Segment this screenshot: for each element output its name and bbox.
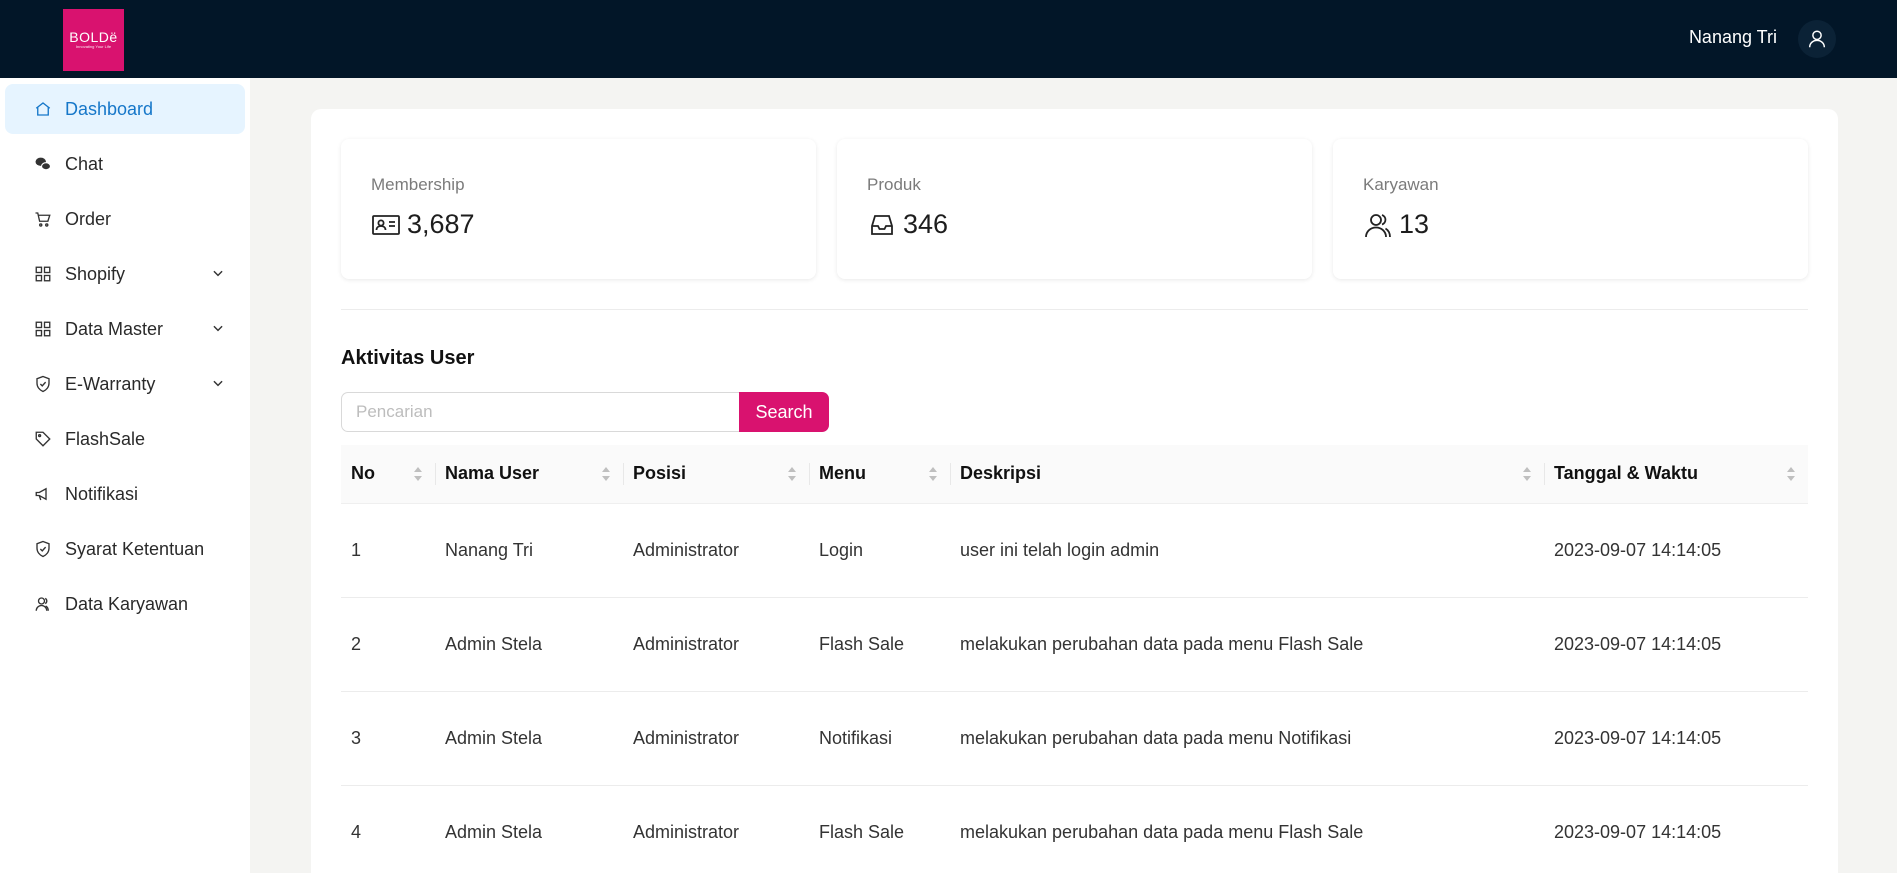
sort-icon[interactable] xyxy=(1522,465,1532,483)
sidebar-item-flashsale[interactable]: FlashSale xyxy=(5,414,245,464)
shield-check-icon xyxy=(36,375,50,393)
cell-deskripsi: melakukan perubahan data pada menu Flash… xyxy=(950,785,1544,873)
cell-menu: Flash Sale xyxy=(809,597,950,692)
sidebar-item-syarat-ketentuan[interactable]: Syarat Ketentuan xyxy=(5,524,245,574)
column-header-nama-user[interactable]: Nama User xyxy=(435,445,623,504)
table-row[interactable]: 2 Admin Stela Administrator Flash Sale m… xyxy=(341,597,1808,692)
table-row[interactable]: 1 Nanang Tri Administrator Login user in… xyxy=(341,503,1808,598)
cell-menu: Flash Sale xyxy=(809,785,950,873)
sidebar-item-notifikasi[interactable]: Notifikasi xyxy=(5,469,245,519)
brand-logo[interactable]: BOLDë Innovating Your Life xyxy=(63,9,124,71)
sidebar-item-label: Chat xyxy=(65,153,104,174)
sidebar-item-label: Data Karyawan xyxy=(65,593,189,614)
cell-nama-user: Admin Stela xyxy=(435,597,623,692)
sidebar-item-data-master[interactable]: Data Master xyxy=(5,304,245,354)
logo-text: BOLDë xyxy=(69,29,118,45)
chevron-down-icon[interactable] xyxy=(211,266,225,280)
sidebar-item-label: Dashboard xyxy=(65,98,154,119)
column-header-deskripsi[interactable]: Deskripsi xyxy=(950,445,1544,504)
users-icon xyxy=(35,597,49,611)
stat-value: 13 xyxy=(1399,209,1430,239)
sidebar-item-label: Order xyxy=(65,208,112,229)
chevron-down-icon[interactable] xyxy=(211,321,225,335)
sort-icon[interactable] xyxy=(601,465,611,483)
cell-nama-user: Nanang Tri xyxy=(435,503,623,598)
column-header-posisi[interactable]: Posisi xyxy=(623,445,809,504)
activity-table: No Nama User Posisi Menu Deskripsi Tangg… xyxy=(341,445,1808,873)
stat-card-membership: Membership 3,687 xyxy=(341,139,816,279)
user-name[interactable]: Nanang Tri xyxy=(1689,27,1777,48)
cell-deskripsi: melakukan perubahan data pada menu Notif… xyxy=(950,691,1544,786)
stat-value: 3,687 xyxy=(407,209,475,239)
sidebar-item-chat[interactable]: Chat xyxy=(5,139,245,189)
user-icon[interactable] xyxy=(1798,20,1836,58)
sidebar-item-label: Data Master xyxy=(65,318,164,339)
sidebar-item-data-karyawan[interactable]: Data Karyawan xyxy=(5,579,245,629)
cell-posisi: Administrator xyxy=(623,597,809,692)
sort-icon[interactable] xyxy=(787,465,797,483)
sidebar-item-label: Shopify xyxy=(65,263,126,284)
section-title: Aktivitas User xyxy=(341,347,475,369)
table-header-row: No Nama User Posisi Menu Deskripsi Tangg… xyxy=(341,445,1808,504)
column-header-tanggal-waktu[interactable]: Tanggal & Waktu xyxy=(1544,445,1808,504)
top-bar: BOLDë Innovating Your Life Nanang Tri xyxy=(0,0,1897,78)
table-row[interactable]: 3 Admin Stela Administrator Notifikasi m… xyxy=(341,691,1808,786)
sort-icon[interactable] xyxy=(413,465,423,483)
sidebar-item-order[interactable]: Order xyxy=(5,194,245,244)
stat-label: Karyawan xyxy=(1363,175,1439,194)
sidebar: Dashboard Chat Order Shopify Data Master… xyxy=(0,78,250,873)
stat-value: 346 xyxy=(903,209,949,239)
stat-card-karyawan: Karyawan 13 xyxy=(1333,139,1808,279)
sidebar-item-label: Syarat Ketentuan xyxy=(65,538,205,559)
wechat-icon xyxy=(35,157,52,171)
sidebar-item-label: Notifikasi xyxy=(65,483,139,504)
logo-tagline: Innovating Your Life xyxy=(75,44,112,49)
sidebar-item-shopify[interactable]: Shopify xyxy=(5,249,245,299)
cart-icon xyxy=(35,212,51,227)
cell-deskripsi: melakukan perubahan data pada menu Flash… xyxy=(950,597,1544,692)
grid-icon xyxy=(35,321,51,337)
id-card-icon xyxy=(372,214,400,235)
cell-posisi: Administrator xyxy=(623,503,809,598)
dashboard-panel: Membership 3,687 Produk 346 Karyawan 1 3 … xyxy=(311,109,1838,873)
stat-label: Produk xyxy=(867,175,921,194)
section-divider xyxy=(341,309,1808,310)
cell-no: 4 xyxy=(341,785,435,873)
shield-check-icon xyxy=(36,540,50,558)
cell-menu: Login xyxy=(809,503,950,598)
column-header-no[interactable]: No xyxy=(341,445,435,504)
search-button[interactable]: Search xyxy=(739,392,829,432)
sidebar-item-label: FlashSale xyxy=(65,428,146,449)
grid-icon xyxy=(35,266,51,282)
search-input[interactable] xyxy=(341,392,739,432)
team-icon xyxy=(1365,213,1391,237)
table-row[interactable]: 4 Admin Stela Administrator Flash Sale m… xyxy=(341,785,1808,873)
tag-icon xyxy=(35,431,51,447)
sidebar-item-label: E-Warranty xyxy=(65,373,156,394)
cell-tanggal-waktu: 2023-09-07 14:14:05 xyxy=(1544,691,1808,786)
stat-label: Membership xyxy=(371,175,465,194)
cell-tanggal-waktu: 2023-09-07 14:14:05 xyxy=(1544,785,1808,873)
sort-icon[interactable] xyxy=(1786,465,1796,483)
cell-no: 1 xyxy=(341,503,435,598)
cell-tanggal-waktu: 2023-09-07 14:14:05 xyxy=(1544,503,1808,598)
sidebar-item-dashboard[interactable]: Dashboard xyxy=(5,84,245,134)
cell-no: 2 xyxy=(341,597,435,692)
sidebar-item-e-warranty[interactable]: E-Warranty xyxy=(5,359,245,409)
stat-card-produk: Produk 346 xyxy=(837,139,1312,279)
cell-deskripsi: user ini telah login admin xyxy=(950,503,1544,598)
cell-posisi: Administrator xyxy=(623,785,809,873)
megaphone-icon xyxy=(35,487,47,501)
cell-tanggal-waktu: 2023-09-07 14:14:05 xyxy=(1544,597,1808,692)
inbox-icon xyxy=(871,214,893,235)
chevron-down-icon[interactable] xyxy=(211,376,225,390)
cell-no: 3 xyxy=(341,691,435,786)
cell-nama-user: Admin Stela xyxy=(435,785,623,873)
cell-posisi: Administrator xyxy=(623,691,809,786)
cell-nama-user: Admin Stela xyxy=(435,691,623,786)
home-icon xyxy=(35,102,51,116)
cell-menu: Notifikasi xyxy=(809,691,950,786)
column-header-menu[interactable]: Menu xyxy=(809,445,950,504)
sort-icon[interactable] xyxy=(928,465,938,483)
